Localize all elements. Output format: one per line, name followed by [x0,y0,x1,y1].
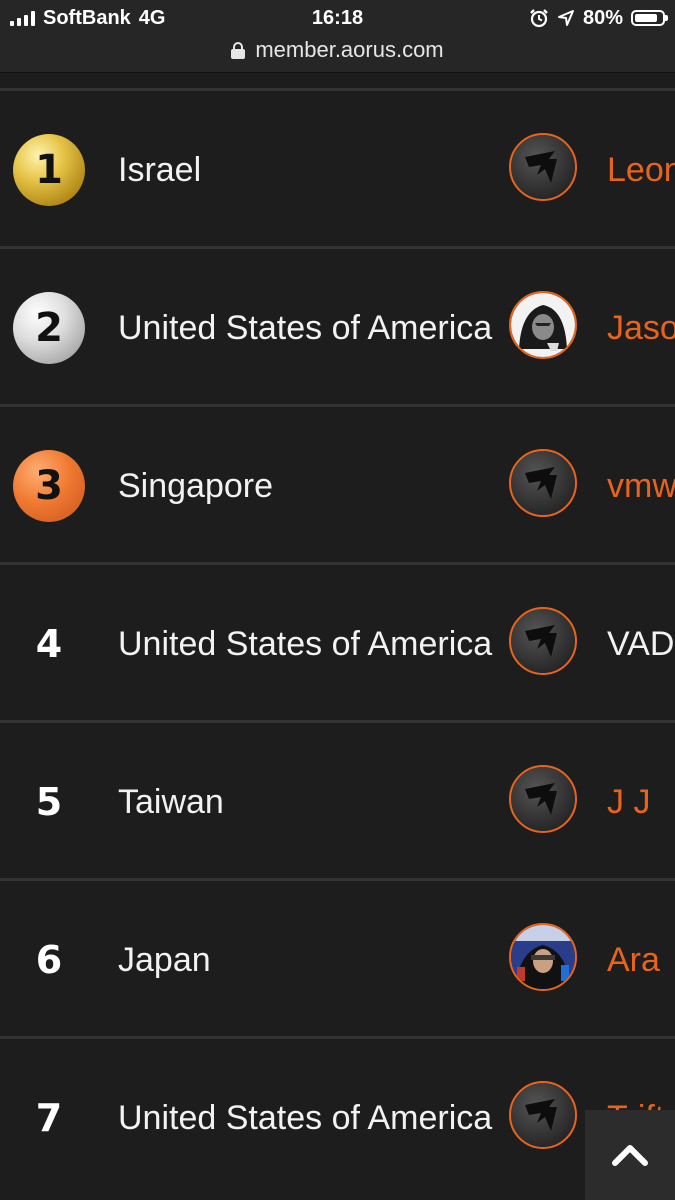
username-link[interactable]: Leon [607,131,675,209]
battery-percent: 80% [582,6,623,29]
ranking-row: 5 Taiwan J J [0,720,675,878]
ranking-row: 1 Israel Leon [0,88,675,246]
country-name: Japan [118,940,211,979]
ranking-list: 1 Israel Leon 2 United States of America Jaso… [0,88,675,1194]
location-arrow-icon [557,10,574,26]
ranking-row: 3 Singapore vmw [0,404,675,562]
rank-number: 7 [35,1096,63,1140]
status-and-url-bar: SoftBank 4G 16:18 80% member.aorus.com [0,0,675,73]
country-name: United States of America [118,624,493,663]
country-name: United States of America [118,1098,493,1137]
ranking-row: 7United States of AmericaTrift [0,1036,675,1194]
username-link[interactable]: Jaso [607,289,675,367]
back-to-top-button[interactable] [585,1110,675,1200]
ranking-row: 6 Japan Ara [0,878,675,1036]
username-link[interactable]: vmw [607,447,675,525]
ranking-row: 2 United States of America Jaso [0,246,675,404]
rank-number: 6 [35,938,63,982]
hooded-person-avatar[interactable] [509,291,577,359]
username-link[interactable]: J J [607,763,675,841]
url-bar[interactable]: member.aorus.com [0,36,675,64]
gold-medal-icon: 1 [13,134,85,206]
country-name: Taiwan [118,782,224,821]
aorus-logo-avatar[interactable] [509,607,577,675]
aorus-logo-avatar[interactable] [509,765,577,833]
country-name: Singapore [118,466,274,505]
aorus-logo-avatar[interactable] [509,133,577,201]
country-name: Israel [118,150,202,189]
photo-avatar[interactable] [509,923,577,991]
url-text[interactable]: member.aorus.com [255,37,443,63]
aorus-logo-avatar[interactable] [509,449,577,517]
username-link[interactable]: VAD [607,605,675,683]
rank-number: 5 [35,780,63,824]
chevron-up-icon [612,1145,648,1166]
aorus-logo-avatar[interactable] [509,1081,577,1149]
username-link[interactable]: Ara [607,921,675,999]
rank-number: 4 [35,622,63,666]
status-right: 80% [529,5,668,31]
alarm-clock-icon [530,9,548,28]
bronze-medal-icon: 3 [13,450,85,522]
ranking-row: 4 United States of America VAD [0,562,675,720]
battery-icon [631,10,668,26]
country-name: United States of America [118,308,493,347]
silver-medal-icon: 2 [13,292,85,364]
lock-icon [231,41,246,59]
